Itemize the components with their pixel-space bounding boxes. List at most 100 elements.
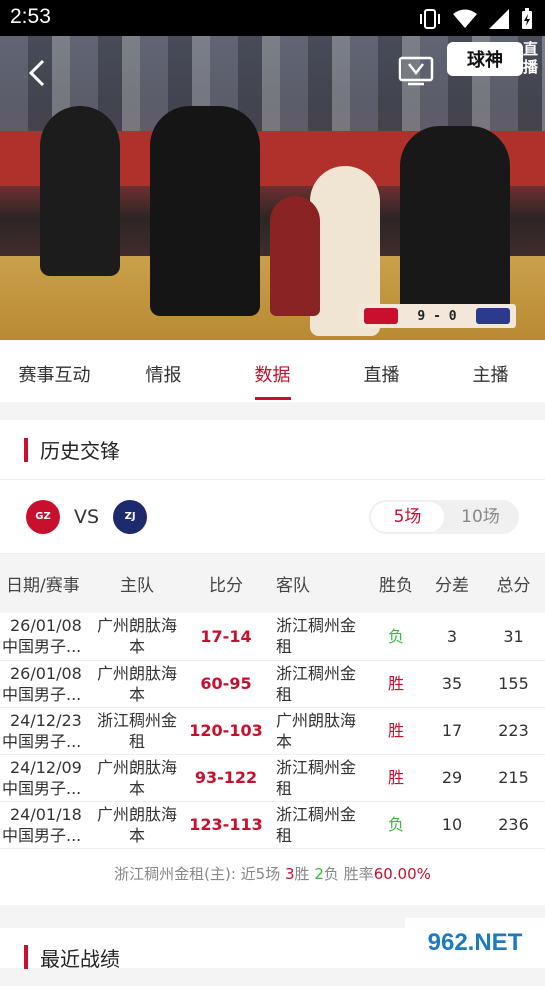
broadcaster-logo-text: 球神 (467, 50, 503, 71)
video-figure (270, 196, 320, 316)
cell-diff: 10 (422, 801, 482, 849)
cell-result-result: 胜 (387, 721, 404, 740)
cell-away-away: 浙江稠州金租 (276, 663, 357, 704)
battery-icon (522, 8, 532, 29)
cell-home: 浙江稠州金租 (94, 707, 180, 755)
cell-total: 215 (482, 754, 545, 802)
h2h-summary: 浙江稠州金租(主): 近5场 3胜 2负 胜率60.00% (0, 849, 545, 905)
tab-intel[interactable]: 情报 (109, 340, 218, 402)
back-arrow-icon[interactable] (26, 58, 50, 88)
cell-result-result: 胜 (387, 768, 404, 787)
cell-date: 24/12/09 中国男子... (0, 754, 94, 802)
filter-10-games[interactable]: 10场 (444, 502, 517, 532)
cell-diff: 35 (422, 660, 482, 708)
head-to-head-card: 历史交锋 GZ VS ZJ 5场 10场 日期/赛事 主队 比分 客队 胜负 分… (0, 420, 545, 905)
cell-score-score: 123-113 (189, 815, 263, 834)
cell-total: 236 (482, 801, 545, 849)
cell-away: 浙江稠州金租 (272, 801, 370, 849)
live-tag: 直播 (523, 40, 539, 76)
cell-total-total: 223 (498, 721, 529, 740)
cell-result-result: 胜 (387, 674, 404, 693)
cell-result: 负 (370, 801, 422, 849)
table-header-row: 日期/赛事 主队 比分 客队 胜负 分差 总分 (0, 554, 545, 613)
cell-away: 浙江稠州金租 (272, 754, 370, 802)
cell-score-score: 120-103 (189, 721, 263, 740)
cell-date-league: 中国男子... (2, 731, 82, 751)
cell-date-date: 24/01/18 (10, 804, 82, 824)
table-row[interactable]: 26/01/08 中国男子... 广州朗肽海本 17-14 浙江稠州金租负 3 31 (0, 613, 545, 661)
cell-score: 60-95 (180, 660, 272, 708)
summary-recent: 近5场 (240, 864, 281, 883)
summary-win-label: 胜 (294, 864, 310, 883)
col-diff: 分差 (422, 554, 482, 613)
cell-away-away: 广州朗肽海本 (276, 710, 357, 751)
cell-home: 广州朗肽海本 (94, 754, 180, 802)
tv-cast-icon[interactable] (398, 56, 434, 86)
tab-data[interactable]: 数据 (218, 340, 327, 402)
watermark-text: 962.NET (427, 929, 523, 956)
watermark: 962.NET (405, 918, 545, 968)
cell-total-total: 236 (498, 815, 529, 834)
tab-interaction[interactable]: 赛事互动 (0, 340, 109, 402)
cell-date-date: 26/01/08 (10, 616, 82, 636)
table-row[interactable]: 24/12/23 中国男子... 浙江稠州金租 120-103 广州朗肽海本 胜 17 223 (0, 707, 545, 755)
col-result: 胜负 (370, 554, 422, 613)
tab-anchor[interactable]: 主播 (436, 340, 545, 402)
cell-date-date: 24/12/09 (10, 757, 82, 777)
cell-away: 广州朗肽海本 (272, 707, 370, 755)
video-figure (40, 106, 120, 276)
video-player[interactable] (0, 36, 545, 340)
cell-date-league: 中国男子... (2, 825, 82, 845)
vs-row: GZ VS ZJ 5场 10场 (0, 480, 545, 554)
broadcaster-logo: 球神 (447, 42, 523, 76)
cell-total-total: 155 (498, 674, 529, 693)
status-bar: 2:53 (0, 0, 545, 36)
cell-diff: 17 (422, 707, 482, 755)
cell-diff-diff: 29 (441, 768, 463, 787)
section-accent-bar (24, 437, 28, 462)
cell-away-away: 浙江稠州金租 (276, 616, 357, 657)
section-title: 最近战绩 (40, 946, 120, 971)
cell-result: 胜 (370, 707, 422, 755)
cell-total: 155 (482, 660, 545, 708)
cell-diff: 3 (422, 613, 482, 661)
cell-date: 24/12/23 中国男子... (0, 707, 94, 755)
col-total: 总分 (482, 554, 545, 613)
status-time: 2:53 (10, 5, 51, 28)
cell-date: 24/01/18 中国男子... (0, 801, 94, 849)
cell-home-home: 浙江稠州金租 (96, 710, 177, 751)
table-row[interactable]: 24/01/18 中国男子... 广州朗肽海本 123-113 浙江稠州金租负 10 236 (0, 801, 545, 849)
cell-score-score: 17-14 (200, 626, 252, 646)
cell-total: 223 (482, 707, 545, 755)
cell-away: 浙江稠州金租 (272, 660, 370, 708)
table-body: 26/01/08 中国男子... 广州朗肽海本 17-14 浙江稠州金租负 3 31 26/0… (0, 613, 545, 849)
table-row[interactable]: 26/01/08 中国男子... 广州朗肽海本 60-95 浙江稠州金租胜 35 155 (0, 660, 545, 708)
scorebug-score: 9 - 0 (417, 308, 457, 324)
cell-score-score: 93-122 (194, 768, 258, 787)
scorebug: 9 - 0 (358, 304, 516, 328)
col-date: 日期/赛事 (0, 554, 94, 613)
video-figure (400, 126, 510, 326)
wifi-icon (453, 9, 477, 28)
cell-score: 93-122 (180, 754, 272, 802)
cell-date-date: 26/01/08 (10, 663, 82, 683)
cell-home: 广州朗肽海本 (94, 613, 180, 661)
vibrate-icon (420, 9, 440, 29)
cell-total-total: 215 (498, 768, 529, 787)
cell-score: 120-103 (180, 707, 272, 755)
cell-result: 胜 (370, 660, 422, 708)
cell-result: 负 (370, 613, 422, 661)
tab-live[interactable]: 直播 (327, 340, 436, 402)
table-row[interactable]: 24/12/09 中国男子... 广州朗肽海本 93-122 浙江稠州金租胜 29 215 (0, 754, 545, 802)
summary-team: 浙江稠州金租(主): (114, 864, 236, 883)
cell-home-home: 广州朗肽海本 (96, 804, 177, 845)
scorebug-away-logo (475, 308, 510, 324)
cell-diff-diff: 10 (441, 815, 463, 834)
cell-diff-diff: 35 (441, 674, 463, 693)
filter-5-games[interactable]: 5场 (371, 502, 444, 532)
vs-label: VS (74, 505, 100, 528)
summary-losses: 2 (314, 864, 324, 883)
cell-date-league: 中国男子... (2, 778, 82, 798)
col-away: 客队 (272, 554, 370, 613)
cell-away: 浙江稠州金租 (272, 613, 370, 661)
